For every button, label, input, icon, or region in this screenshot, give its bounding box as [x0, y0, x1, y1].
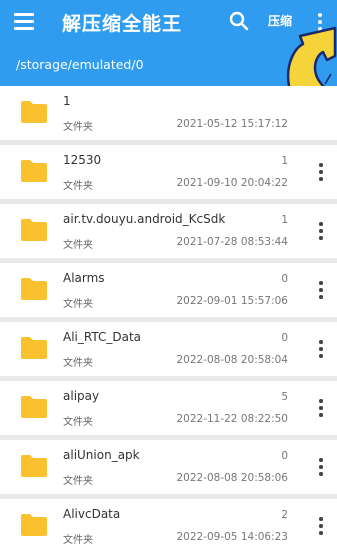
file-row[interactable]: Ali_RTC_Data 文件夹 0 2022-08-08 20:58:04 [0, 322, 337, 376]
app-title: 解压缩全能王 [62, 13, 183, 35]
file-type: 文件夹 [63, 299, 93, 310]
file-name: air.tv.douyu.android_KcSdk [63, 212, 226, 226]
item-count: 0 [281, 332, 288, 344]
more-vert-icon[interactable] [318, 162, 324, 182]
folder-icon [21, 160, 47, 182]
file-type: 文件夹 [63, 358, 93, 369]
more-vert-icon[interactable] [318, 339, 324, 359]
folder-icon [21, 337, 47, 359]
file-name: 12530 [63, 153, 102, 167]
more-vert-icon[interactable] [318, 516, 324, 536]
folder-icon [21, 514, 47, 536]
folder-icon [21, 219, 47, 241]
folder-icon [21, 455, 47, 477]
more-vert-icon[interactable] [318, 398, 324, 418]
more-vert-icon[interactable] [318, 457, 324, 477]
modified-time: 2022-09-05 14:06:23 [176, 531, 288, 543]
folder-icon [21, 396, 47, 418]
file-row[interactable]: 12530 文件夹 1 2021-09-10 20:04:22 [0, 145, 337, 199]
file-type: 文件夹 [63, 122, 93, 133]
more-vert-icon[interactable] [318, 280, 324, 300]
file-row[interactable]: Alarms 文件夹 0 2022-09-01 15:57:06 [0, 263, 337, 317]
item-count: 0 [281, 273, 288, 285]
modified-time: 2021-07-28 08:53:44 [176, 236, 288, 248]
file-name: AlivcData [63, 507, 121, 521]
file-type: 文件夹 [63, 535, 93, 546]
file-name: Alarms [63, 271, 105, 285]
file-name: aliUnion_apk [63, 448, 140, 462]
file-type: 文件夹 [63, 181, 93, 192]
item-count: 1 [281, 214, 288, 226]
folder-icon [21, 101, 47, 123]
file-row[interactable]: alipay 文件夹 5 2022-11-22 08:22:50 [0, 381, 337, 435]
modified-time: 2022-09-01 15:57:06 [176, 295, 288, 307]
search-icon[interactable] [228, 10, 250, 32]
modified-time: 2022-11-22 08:22:50 [176, 413, 288, 425]
modified-time: 2022-08-08 20:58:04 [176, 354, 288, 366]
more-vert-icon[interactable] [316, 11, 324, 33]
item-count: 0 [281, 450, 288, 462]
menu-icon[interactable] [14, 12, 34, 30]
current-path: /storage/emulated/0 [16, 57, 144, 72]
modified-time: 2021-05-12 15:17:12 [176, 118, 288, 130]
file-name: 1 [63, 94, 71, 108]
folder-icon [21, 278, 47, 300]
file-name: Ali_RTC_Data [63, 330, 141, 344]
item-count: 1 [281, 155, 288, 167]
compress-button[interactable]: 压缩 [268, 12, 292, 29]
file-type: 文件夹 [63, 417, 93, 428]
file-type: 文件夹 [63, 476, 93, 487]
file-row[interactable]: aliUnion_apk 文件夹 0 2022-08-08 20:58:06 [0, 440, 337, 494]
modified-time: 2021-09-10 20:04:22 [176, 177, 288, 189]
item-count: 5 [281, 391, 288, 403]
toolbar: 解压缩全能王 压缩 [0, 0, 337, 44]
item-count: 2 [281, 509, 288, 521]
modified-time: 2022-08-08 20:58:06 [176, 472, 288, 484]
file-row[interactable]: air.tv.douyu.android_KcSdk 文件夹 1 2021-07-28… [0, 204, 337, 258]
file-row[interactable]: AlivcData 文件夹 2 2022-09-05 14:06:23 [0, 499, 337, 553]
file-name: alipay [63, 389, 100, 403]
more-vert-icon[interactable] [318, 221, 324, 241]
app-bar: 解压缩全能王 压缩 /storage/emulated/0 [0, 0, 337, 86]
file-row[interactable]: 1 文件夹 2021-05-12 15:17:12 [0, 86, 337, 140]
file-type: 文件夹 [63, 240, 93, 251]
